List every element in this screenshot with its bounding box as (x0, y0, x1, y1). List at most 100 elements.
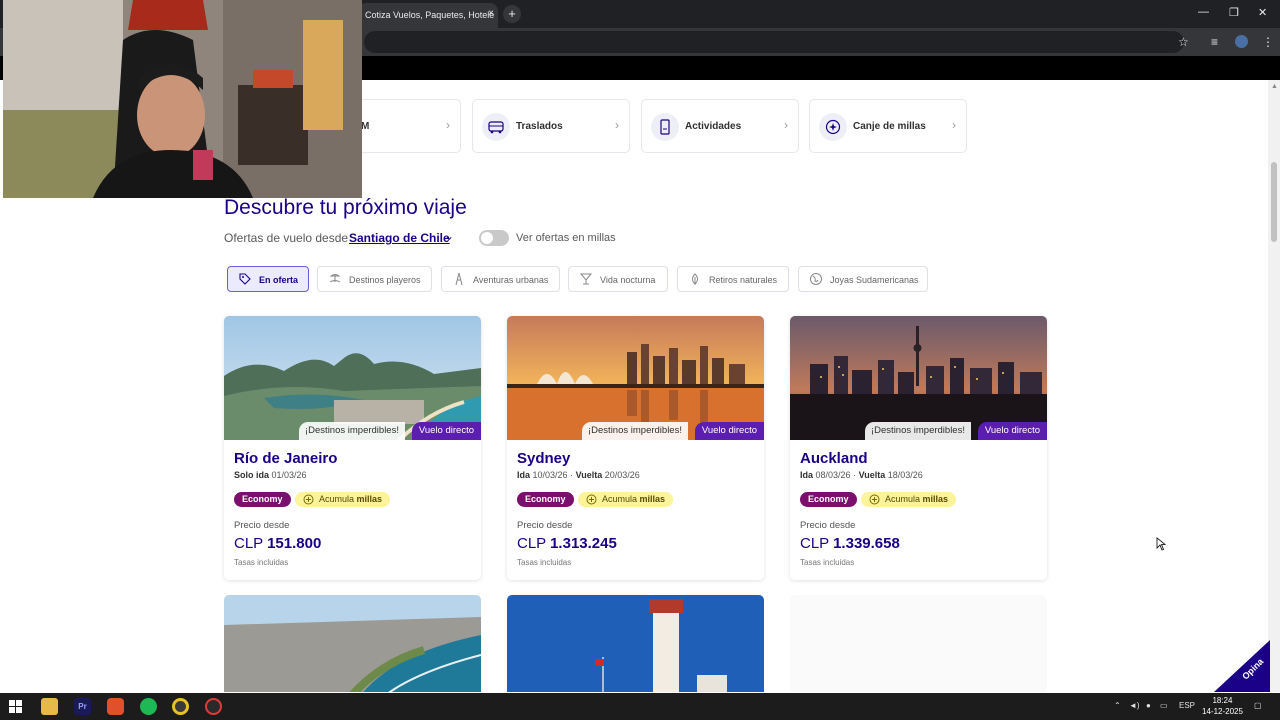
miles-icon (303, 494, 314, 507)
tab-close-icon[interactable]: × (488, 8, 494, 19)
star-icon[interactable]: ☆ (1178, 35, 1189, 49)
trip-dates: Solo ida 01/03/26 (234, 470, 307, 480)
media-icon[interactable]: ≡ (1211, 35, 1218, 49)
direct-flight-badge: Vuelo directo (411, 422, 481, 440)
service-card-transfers[interactable]: Traslados › (472, 99, 630, 153)
service-label: M (361, 121, 370, 132)
destination-photo (507, 595, 764, 692)
filter-chip-label: Aventuras urbanas (473, 275, 549, 285)
tab-title: Cotiza Vuelos, Paquetes, Hotele (365, 10, 495, 20)
destination-photo (224, 595, 481, 692)
price: CLP 1.313.245 (517, 535, 617, 552)
webcam-overlay (3, 0, 362, 198)
cocktail-icon (579, 272, 593, 288)
price-from-label: Precio desde (517, 520, 573, 531)
sparkle-icon (819, 113, 847, 141)
minimize-button[interactable]: — (1198, 6, 1209, 18)
section-title: Descubre tu próximo viaje (224, 196, 467, 219)
windows-taskbar: Pr ⌃ ◄) ● ▭ ESP 18:24 14-12-2025 ▢ (0, 693, 1280, 720)
price: CLP 151.800 (234, 535, 322, 552)
destination-card-rio[interactable]: ¡Destinos imperdibles! Vuelo directo Río… (224, 316, 481, 580)
filter-chip-label: En oferta (259, 275, 299, 285)
miles-toggle[interactable] (479, 230, 509, 246)
filter-chip-retiros[interactable]: Retiros naturales (677, 266, 789, 292)
clock-time: 18:24 (1212, 696, 1233, 705)
trip-dates: Ida 08/03/26 · Vuelta 18/03/26 (800, 470, 923, 480)
toggle-knob (481, 232, 493, 244)
taxes-label: Tasas incluidas (517, 558, 572, 567)
destination-name: Auckland (800, 450, 868, 467)
price-from-label: Precio desde (234, 520, 290, 531)
bus-icon (482, 113, 510, 141)
leaf-icon (688, 272, 702, 288)
feedback-tab[interactable]: Opina (1214, 640, 1270, 692)
filter-chip-en-oferta[interactable]: En oferta (227, 266, 309, 292)
offers-from-label: Ofertas de vuelo desde (224, 231, 349, 245)
url-input[interactable] (364, 31, 1184, 53)
windows-start-icon[interactable] (9, 700, 22, 713)
system-clock[interactable]: 18:24 14-12-2025 (1202, 695, 1243, 717)
service-label: Traslados (516, 121, 563, 132)
brave-icon[interactable] (107, 698, 124, 715)
premiere-icon[interactable]: Pr (74, 698, 91, 715)
close-window-button[interactable]: ✕ (1258, 6, 1267, 19)
cabin-badge: Economy (800, 492, 857, 507)
clock-date: 14-12-2025 (1202, 707, 1243, 716)
restore-button[interactable]: ❐ (1229, 6, 1239, 19)
destination-card-auckland[interactable]: ¡Destinos imperdibles! Vuelo directo Auc… (790, 316, 1047, 580)
filter-chip-joyas[interactable]: Joyas Sudamericanas (798, 266, 928, 292)
filter-chip-vida-nocturna[interactable]: Vida nocturna (568, 266, 668, 292)
profile-avatar[interactable] (1235, 35, 1248, 48)
taxes-label: Tasas incluidas (234, 558, 289, 567)
destination-name: Río de Janeiro (234, 450, 338, 467)
chrome-icon[interactable] (172, 698, 189, 715)
destination-card-sydney[interactable]: ¡Destinos imperdibles! Vuelo directo Syd… (507, 316, 764, 580)
file-explorer-icon[interactable] (41, 698, 58, 715)
destination-card-lighthouse[interactable] (507, 595, 764, 692)
taxes-label: Tasas incluidas (800, 558, 855, 567)
scroll-thumb[interactable] (1271, 162, 1277, 242)
miles-icon (586, 494, 597, 507)
page-scrollbar[interactable]: ▲ (1268, 80, 1280, 692)
notifications-icon[interactable]: ▢ (1254, 701, 1262, 710)
network-icon[interactable]: ▭ (1160, 701, 1168, 710)
service-card-activities[interactable]: Actividades › (641, 99, 799, 153)
price-from-label: Precio desde (800, 520, 856, 531)
highlight-badge: ¡Destinos imperdibles! (865, 422, 971, 440)
tower-icon (452, 272, 466, 288)
tag-icon (238, 272, 252, 288)
highlight-badge: ¡Destinos imperdibles! (299, 422, 405, 440)
chevron-right-icon: › (784, 118, 788, 132)
service-card-miles[interactable]: Canje de millas › (809, 99, 967, 153)
recorder-icon[interactable] (205, 698, 222, 715)
chevron-right-icon: › (446, 118, 450, 132)
spotify-icon[interactable] (140, 698, 157, 715)
trip-dates: Ida 10/03/26 · Vuelta 20/03/26 (517, 470, 640, 480)
chevron-right-icon: › (952, 118, 956, 132)
service-label: Actividades (685, 121, 742, 132)
destination-card-lima[interactable] (224, 595, 481, 692)
highlight-badge: ¡Destinos imperdibles! (582, 422, 688, 440)
chevron-right-icon: › (615, 118, 619, 132)
browser-tab[interactable]: Cotiza Vuelos, Paquetes, Hotele × (358, 3, 498, 28)
filter-chip-urbanas[interactable]: Aventuras urbanas (441, 266, 560, 292)
service-label: Canje de millas (853, 121, 926, 132)
beach-icon (328, 272, 342, 288)
filter-chip-playeros[interactable]: Destinos playeros (317, 266, 432, 292)
mouse-cursor-icon (1156, 537, 1166, 551)
scroll-up-icon[interactable]: ▲ (1271, 83, 1278, 90)
globe-icon (809, 272, 823, 288)
microphone-icon[interactable]: ● (1146, 701, 1151, 710)
new-tab-button[interactable]: + (503, 5, 521, 23)
volume-icon[interactable]: ◄) (1129, 701, 1140, 710)
language-indicator[interactable]: ESP (1179, 701, 1195, 710)
miles-badge: Acumula millas (295, 492, 391, 507)
miles-icon (869, 494, 880, 507)
cabin-badge: Economy (517, 492, 574, 507)
filter-chip-label: Vida nocturna (600, 275, 656, 285)
menu-icon[interactable]: ⋮ (1262, 35, 1274, 49)
origin-selector[interactable]: Santiago de Chile (349, 231, 450, 245)
tray-chevron-icon[interactable]: ⌃ (1114, 701, 1121, 710)
chevron-down-icon[interactable]: ⌄ (444, 229, 454, 243)
direct-flight-badge: Vuelo directo (977, 422, 1047, 440)
